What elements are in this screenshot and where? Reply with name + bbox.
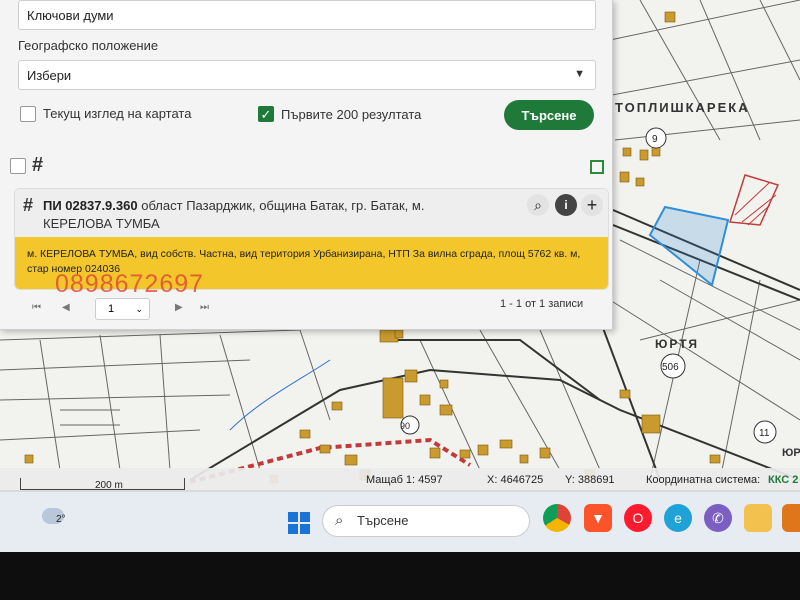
weather-temp: 2°: [56, 514, 66, 525]
brave-icon[interactable]: ▼: [584, 504, 612, 532]
chevron-down-icon: ⌄: [135, 304, 143, 314]
checkmark-icon: ✓: [260, 107, 272, 122]
map-label-11: 11: [759, 428, 770, 439]
y-coordinate: Y: 388691: [565, 474, 615, 486]
current-view-label: Текущ изглед на картата: [43, 106, 192, 121]
prev-page-icon[interactable]: ◀: [62, 302, 70, 313]
keywords-input[interactable]: Ключови думи: [18, 0, 596, 30]
page-select[interactable]: 1 ⌄: [95, 298, 150, 320]
expand-icon[interactable]: [590, 160, 604, 174]
search-icon: ⌕: [335, 512, 344, 529]
taskbar-search[interactable]: ⌕ Търсене: [322, 505, 530, 537]
search-panel: Ключови думи Географско положение Избери…: [0, 0, 613, 330]
edge-icon[interactable]: e: [664, 504, 692, 532]
page-number: 1: [108, 303, 115, 315]
geo-select-value: Избери: [27, 67, 72, 83]
opera-icon[interactable]: O: [624, 504, 652, 532]
phone-watermark: 0898672697: [55, 270, 205, 298]
parcel-grid-icon: #: [23, 195, 34, 215]
parcel-locality: КЕРЕЛОВА ТУМБА: [43, 216, 160, 231]
parcel-id: ПИ 02837.9.360: [43, 198, 138, 213]
map-label-ju: ЮР: [782, 447, 800, 459]
map-label-toplishka-reka: ТОПЛИШКАРЕКА: [615, 100, 750, 115]
pager-count: 1 - 1 от 1 записи: [500, 298, 584, 310]
viber-icon[interactable]: ✆: [704, 504, 732, 532]
taskbar-search-label: Търсене: [357, 513, 409, 528]
result-title[interactable]: ПИ 02837.9.360 област Пазарджик, община …: [43, 197, 513, 233]
first-page-icon[interactable]: ⏮: [32, 302, 41, 313]
map-label-90: 90: [400, 421, 410, 431]
crs-value: ККС 2: [768, 474, 799, 486]
crs-label: Координатна система:: [646, 474, 761, 486]
geo-location-select[interactable]: Избери ▼: [18, 60, 596, 90]
info-icon[interactable]: i: [555, 194, 577, 216]
windows-start-icon[interactable]: [288, 512, 310, 534]
next-page-icon[interactable]: ▶: [175, 302, 183, 313]
selected-parcel: [648, 205, 730, 287]
map-label-jurta: ЮРТЯ: [655, 337, 699, 351]
x-coordinate: X: 4646725: [487, 474, 544, 486]
chrome-icon[interactable]: [543, 504, 571, 532]
geo-location-label: Географско положение: [18, 38, 159, 53]
scale-bar-label: 200 m: [95, 480, 123, 491]
map-label-506: 506: [662, 362, 679, 373]
add-icon[interactable]: +: [581, 194, 603, 216]
current-view-checkbox[interactable]: [20, 106, 36, 122]
map-label-9: 9: [652, 134, 658, 145]
app-icon[interactable]: [782, 504, 800, 532]
zoom-search-icon[interactable]: ⌕: [527, 194, 549, 216]
monitor-bezel: [0, 552, 800, 600]
screen: 9 506 11 90 ТОПЛИШКАРЕКА ЮРТЯ ЮР Ключови…: [0, 0, 800, 600]
search-button[interactable]: Търсене: [504, 100, 594, 130]
first-200-label: Първите 200 резултата: [281, 107, 422, 122]
first-200-checkbox[interactable]: ✓: [258, 106, 274, 122]
parcel-location: област Пазарджик, община Батак, гр. Бата…: [141, 198, 425, 213]
select-all-checkbox[interactable]: [10, 158, 26, 174]
scale-readout: Мащаб 1: 4597: [366, 474, 443, 486]
chevron-down-icon: ▼: [574, 68, 585, 80]
file-explorer-icon[interactable]: [744, 504, 772, 532]
last-page-icon[interactable]: ⏭: [200, 302, 209, 313]
grid-icon[interactable]: #: [32, 154, 43, 177]
